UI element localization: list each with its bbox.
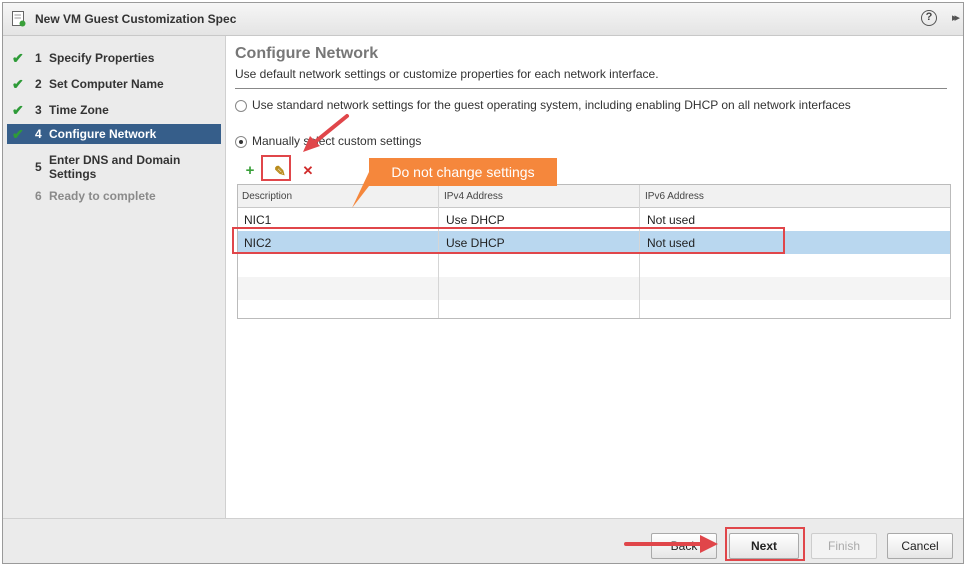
radio-label: Manually select custom settings bbox=[252, 134, 422, 148]
next-highlight-box bbox=[725, 527, 805, 561]
divider bbox=[235, 88, 947, 89]
step-label: Set Computer Name bbox=[49, 77, 164, 91]
dialog-window: New VM Guest Customization Spec ? ▸▸ ✔ 1… bbox=[2, 2, 964, 564]
step-label: Configure Network bbox=[49, 127, 157, 141]
step-label: Specify Properties bbox=[49, 51, 155, 65]
help-icon[interactable]: ? bbox=[921, 10, 937, 26]
empty-row bbox=[238, 277, 950, 300]
column-header[interactable]: IPv6 Address bbox=[645, 191, 704, 202]
page-title: Configure Network bbox=[235, 45, 379, 62]
checkmark-icon: ✔ bbox=[12, 50, 24, 66]
table-cell: Not used bbox=[647, 213, 696, 227]
wizard-footer: Back Next Finish Cancel bbox=[3, 518, 963, 563]
title-bar: New VM Guest Customization Spec ? ▸▸ bbox=[3, 3, 963, 36]
edit-highlight-box bbox=[261, 155, 291, 181]
step-number: 6 bbox=[35, 189, 42, 203]
table-cell: NIC1 bbox=[244, 213, 272, 227]
step-number: 3 bbox=[35, 103, 42, 117]
empty-row bbox=[238, 300, 950, 318]
step-label: Enter DNS and Domain Settings bbox=[49, 153, 181, 181]
step-number: 4 bbox=[35, 127, 42, 141]
add-icon[interactable]: + bbox=[240, 162, 260, 180]
customization-spec-icon bbox=[12, 11, 26, 27]
step-label: Ready to complete bbox=[49, 189, 156, 203]
radio-custom-settings[interactable] bbox=[235, 135, 247, 148]
radio-standard-settings[interactable] bbox=[235, 99, 247, 112]
step-number: 5 bbox=[35, 160, 42, 174]
finish-button: Finish bbox=[811, 533, 877, 559]
cancel-button[interactable]: Cancel bbox=[887, 533, 953, 559]
window-title: New VM Guest Customization Spec bbox=[35, 12, 237, 26]
checkmark-icon: ✔ bbox=[12, 76, 24, 92]
step-label: Time Zone bbox=[49, 103, 109, 117]
nic2-highlight-box bbox=[232, 227, 785, 254]
checkmark-icon: ✔ bbox=[12, 126, 24, 142]
table-cell: Use DHCP bbox=[446, 213, 505, 227]
back-button[interactable]: Back bbox=[651, 533, 717, 559]
wizard-steps: ✔ 1 Specify Properties ✔ 2 Set Computer … bbox=[3, 36, 226, 519]
radio-label: Use standard network settings for the gu… bbox=[252, 98, 851, 112]
step-number: 2 bbox=[35, 77, 42, 91]
step-configure-network[interactable]: ✔ 4 Configure Network bbox=[7, 124, 221, 144]
custom-settings-option[interactable]: Manually select custom settings bbox=[235, 134, 421, 148]
empty-row bbox=[238, 254, 950, 277]
page-description: Use default network settings or customiz… bbox=[235, 67, 659, 81]
annotation-callout: Do not change settings bbox=[369, 158, 557, 186]
column-header[interactable]: IPv4 Address bbox=[444, 191, 503, 202]
step-number: 1 bbox=[35, 51, 42, 65]
table-header: Description IPv4 Address IPv6 Address bbox=[238, 185, 950, 208]
column-header[interactable]: Description bbox=[242, 191, 292, 202]
standard-settings-option[interactable]: Use standard network settings for the gu… bbox=[235, 98, 851, 112]
main-panel: Configure Network Use default network se… bbox=[226, 36, 963, 519]
remove-icon[interactable]: ✕ bbox=[298, 162, 318, 180]
expand-icon[interactable]: ▸▸ bbox=[952, 11, 960, 24]
checkmark-icon: ✔ bbox=[12, 102, 24, 118]
